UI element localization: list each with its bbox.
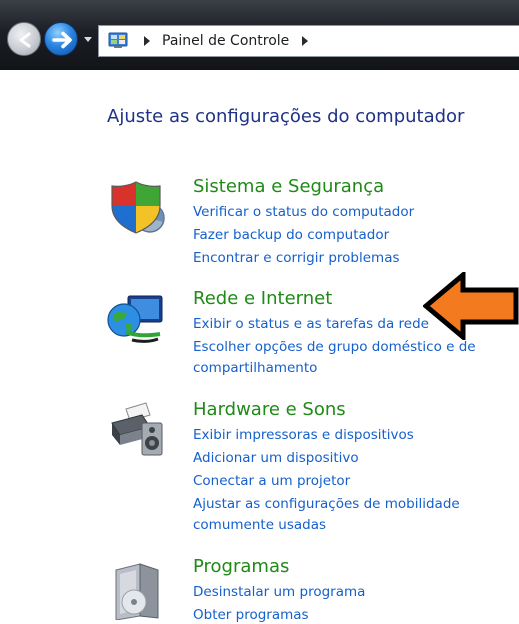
- link-connect-projector[interactable]: Conectar a um projetor: [193, 473, 350, 490]
- annotation-arrow-icon: [423, 272, 519, 340]
- forward-button[interactable]: [44, 22, 78, 56]
- link-homegroup-cont[interactable]: compartilhamento: [193, 360, 317, 377]
- breadcrumb-control-panel[interactable]: Painel de Controle: [162, 33, 289, 49]
- link-mobility-settings[interactable]: Ajustar as configurações de mobilidade: [193, 496, 460, 513]
- page-title: Ajuste as configurações do computador: [107, 106, 465, 127]
- programs-box-icon: [115, 563, 159, 620]
- category-title[interactable]: Hardware e Sons: [193, 399, 346, 420]
- navigation-bar: Painel de Controle: [0, 0, 519, 70]
- link-troubleshoot[interactable]: Encontrar e corrigir problemas: [193, 250, 400, 267]
- network-globe-icon: [107, 295, 163, 343]
- control-panel-icon: [108, 32, 128, 48]
- history-dropdown-icon[interactable]: [83, 36, 93, 44]
- link-network-status[interactable]: Exibir o status e as tarefas da rede: [193, 316, 429, 333]
- back-arrow-icon: [19, 32, 31, 48]
- link-check-status[interactable]: Verificar o status do computador: [193, 204, 414, 221]
- link-add-device[interactable]: Adicionar um dispositivo: [193, 450, 359, 467]
- shield-icon: [111, 181, 165, 234]
- link-get-programs[interactable]: Obter programas: [193, 607, 309, 624]
- link-devices-printers[interactable]: Exibir impressoras e dispositivos: [193, 427, 414, 444]
- breadcrumb-separator-icon[interactable]: [301, 35, 309, 47]
- category-title[interactable]: Sistema e Segurança: [193, 176, 384, 197]
- address-bar[interactable]: Painel de Controle: [98, 25, 519, 57]
- printer-speaker-icon: [111, 402, 163, 456]
- category-title[interactable]: Rede e Internet: [193, 288, 332, 309]
- back-button[interactable]: [7, 22, 41, 56]
- forward-arrow-icon: [52, 31, 72, 49]
- link-homegroup[interactable]: Escolher opções de grupo doméstico e de: [193, 339, 476, 356]
- link-backup[interactable]: Fazer backup do computador: [193, 227, 389, 244]
- breadcrumb-separator-icon[interactable]: [143, 35, 151, 47]
- link-mobility-settings-cont[interactable]: comumente usadas: [193, 517, 326, 534]
- link-uninstall-program[interactable]: Desinstalar um programa: [193, 584, 365, 601]
- category-title[interactable]: Programas: [193, 556, 289, 577]
